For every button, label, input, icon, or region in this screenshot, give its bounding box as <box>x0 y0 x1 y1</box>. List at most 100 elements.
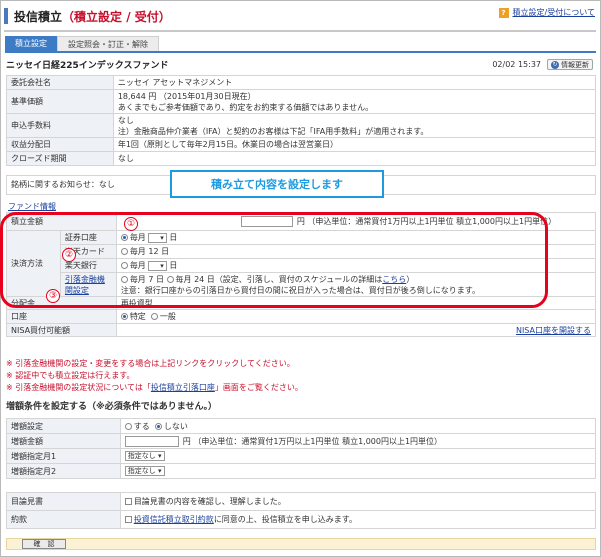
table-row: 目論見書 目論見書の内容を確認し、理解しました。 <box>6 492 597 511</box>
bank-radio-7[interactable] <box>120 275 128 283</box>
increase-label: 増額金額 <box>6 433 121 449</box>
tab-inquiry[interactable]: 設定照会・訂正・解除 <box>57 36 159 51</box>
increase-radio-no[interactable] <box>154 422 162 430</box>
nisa-open-link[interactable]: NISA口座を開設する <box>516 326 591 335</box>
account-radio-specified[interactable] <box>120 313 128 320</box>
bank-options: 毎月 7 日 毎月 24 日（設定、引落し、買付のスケジュールの詳細はこちら） <box>120 274 591 285</box>
info-label: 基準価額 <box>6 89 114 114</box>
help-link-group[interactable]: ? 積立設定/受付について <box>498 7 595 18</box>
header-accent-bar <box>4 8 8 24</box>
method-radio[interactable] <box>120 262 128 269</box>
amount-cell: 円 （申込単位：通常買付1万円以上1円単位 積立1,000円以上1円単位） <box>115 212 597 231</box>
info-value: 年1回（原則として毎年2月15日。休業日の場合は翌営業日） <box>112 137 597 152</box>
increase-cell: 指定なし ▾ <box>119 463 597 479</box>
timestamp: 02/02 15:37 <box>492 60 541 69</box>
info-label: 委託会社名 <box>6 75 114 90</box>
info-value: ニッセイ アセットマネジメント <box>112 75 597 90</box>
info-value-note: あくまでもご参考価額であり、約定をお約束する価額ではありません。 <box>117 102 374 112</box>
table-row: 増額指定月1 指定なし ▾ <box>6 448 597 464</box>
confirm-button[interactable]: 確 認 <box>22 539 66 549</box>
table-row: 増額設定 する しない <box>6 418 597 434</box>
info-label: 申込手数料 <box>6 113 114 138</box>
increase-label: 増額指定月1 <box>6 448 121 464</box>
terms-label: 約款 <box>6 510 121 529</box>
table-row: NISA買付可能額 NISA口座を開設する <box>6 323 597 337</box>
fund-info-table: 委託会社名 ニッセイ アセットマネジメント 基準価額 18,644 円 （201… <box>6 75 597 166</box>
info-value: なし <box>112 151 597 166</box>
nisa-label: NISA買付可能額 <box>6 323 117 337</box>
info-label: クローズド期間 <box>6 151 114 166</box>
fund-meta: 02/02 15:37 ↻ 情報更新 <box>492 59 593 70</box>
account-cell: 特定 一般 <box>115 309 597 324</box>
increase-cell: 指定なし ▾ <box>119 448 597 464</box>
amount-label: 積立金額 <box>6 212 117 231</box>
fund-info-link[interactable]: ファンド情報 <box>8 201 56 212</box>
note-line-3: ※ 引落金融機関の設定状況については「投信積立引落口座」画面をご覧ください。 <box>6 383 303 392</box>
dist-value: 再投資型 <box>115 296 597 310</box>
method-cell: 毎月 ▾ 日 <box>115 258 597 273</box>
method-radio[interactable] <box>120 248 128 255</box>
increase-cell: 円 （申込単位：通常買付1万円以上1円単位 積立1,000円以上1円単位） <box>119 433 597 449</box>
annotation-number-2: ② <box>62 248 76 262</box>
table-row: 引落金融機関設定 毎月 7 日 毎月 24 日（設定、引落し、買付のスケジュール… <box>7 272 597 297</box>
bank-link-cell: 引落金融機関設定 <box>59 272 117 297</box>
table-row: 積立金額 円 （申込単位：通常買付1万円以上1円単位 積立1,000円以上1円単… <box>6 212 597 231</box>
doc-cell: 目論見書の内容を確認し、理解しました。 <box>119 492 597 511</box>
day-select[interactable]: ▾ <box>148 260 167 271</box>
table-row: 基準価額 18,644 円 （2015年01月30日現在） あくまでもご参考価額… <box>6 89 597 114</box>
method-radio[interactable] <box>120 234 128 241</box>
info-value: なし <box>117 115 134 125</box>
tab-bar: 積立設定 設定照会・訂正・解除 <box>5 36 159 51</box>
day-suffix: 日 <box>169 261 178 270</box>
tab-setup[interactable]: 積立設定 <box>5 36 57 51</box>
table-row: 収益分配日 年1回（原則として毎年2月15日。休業日の場合は翌営業日） <box>6 137 597 152</box>
table-row: 増額指定月2 指定なし ▾ <box>6 463 597 479</box>
bank-note: 注意：銀行口座からの引落日から買付日の間に祝日が入った場合は、買付日が後ろ倒しに… <box>120 285 481 295</box>
account-radio-general[interactable] <box>150 313 158 320</box>
day-suffix: 日 <box>169 233 178 242</box>
method-cell: 毎月 12 日 <box>115 244 597 259</box>
refresh-icon: ↻ <box>551 60 559 69</box>
table-row: 決済方法 証券口座 毎月 ▾ 日 <box>6 230 597 297</box>
method-option: 毎月 12 日 <box>129 247 170 256</box>
increase-cell: する しない <box>119 418 597 434</box>
note-line: ※ 引落金融機関の設定・変更をする場合は上記リンクをクリックしてください。 <box>6 359 295 368</box>
increase-radio-yes[interactable] <box>124 422 132 430</box>
debit-account-link[interactable]: 投信積立引落口座 <box>151 383 215 392</box>
help-icon: ? <box>498 7 509 18</box>
terms-checkbox[interactable] <box>124 516 132 523</box>
info-label: 収益分配日 <box>6 137 114 152</box>
refresh-label: 情報更新 <box>561 60 589 69</box>
increase-title: 増額条件を設定する（※必須条件ではありません。） <box>6 402 217 412</box>
page-title-main: 投信積立 <box>14 9 63 24</box>
tab-underline <box>5 51 596 53</box>
help-link[interactable]: 積立設定/受付について <box>513 7 595 18</box>
amount-input[interactable] <box>240 216 293 227</box>
doc-checkbox[interactable] <box>124 498 132 505</box>
page-title-sub: （積立設定 / 受付） <box>62 9 171 24</box>
info-value-note: 注）金融商品仲介業者（IFA）と契約のお客様は下記「IFA用手数料」が適用されま… <box>117 126 429 136</box>
amount-hint: （申込単位：通常買付1万円以上1円単位 積立1,000円以上1円単位） <box>307 217 557 226</box>
increase-amount-input[interactable] <box>124 435 179 447</box>
schedule-link[interactable]: こちら <box>382 275 406 284</box>
method-cell: 毎月 ▾ 日 <box>115 230 597 245</box>
terms-link[interactable]: 投資信託積立取引約款 <box>134 515 214 524</box>
info-value-cell: 18,644 円 （2015年01月30日現在） あくまでもご参考価額であり、約… <box>112 89 597 114</box>
fund-name: ニッセイ日経225インデックスファンド <box>6 61 169 71</box>
bank-cell: 毎月 7 日 毎月 24 日（設定、引落し、買付のスケジュールの詳細はこちら） … <box>115 272 597 297</box>
table-row: 口座 特定 一般 <box>6 309 597 324</box>
month1-select[interactable]: 指定なし ▾ <box>124 451 165 461</box>
refresh-button[interactable]: ↻ 情報更新 <box>547 59 593 70</box>
day-select[interactable]: ▾ <box>148 232 167 243</box>
nisa-cell: NISA口座を開設する <box>115 323 597 337</box>
table-row: 楽天銀行 毎月 ▾ 日 <box>7 258 597 273</box>
increase-label: 増額設定 <box>6 418 121 434</box>
notes-block: ※ 引落金融機関の設定・変更をする場合は上記リンクをクリックしてください。 ※ … <box>6 358 596 394</box>
note-line: ※ 認証中でも積立設定は行えます。 <box>6 371 135 380</box>
table-row: 申込手数料 なし 注）金融商品仲介業者（IFA）と契約のお客様は下記「IFA用手… <box>6 113 597 138</box>
bank-setup-link[interactable]: 引落金融機関設定 <box>65 275 105 295</box>
bank-radio-24[interactable] <box>166 275 174 283</box>
month2-select[interactable]: 指定なし ▾ <box>124 466 165 476</box>
terms-cell: 投資信託積立取引約款に同意の上、投信積立を申し込みます。 <box>119 510 597 529</box>
info-value: 18,644 円 （2015年01月30日現在） <box>117 91 256 101</box>
